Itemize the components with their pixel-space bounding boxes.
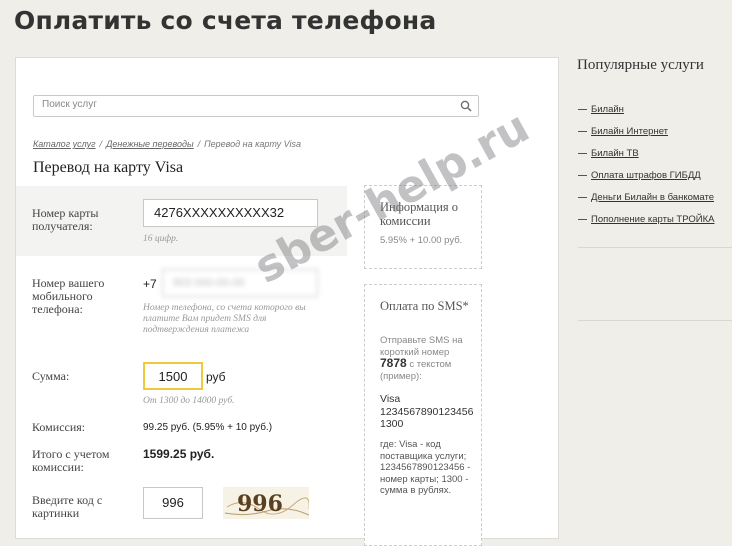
sms-explanation: где: Visa - код поставщика услуги; 12345… [380, 439, 471, 496]
total-value: 1599.25 руб. [143, 447, 215, 461]
search-icon[interactable] [460, 100, 472, 112]
breadcrumb-item-catalog[interactable]: Каталог услуг [33, 139, 96, 149]
breadcrumb-item-transfers[interactable]: Денежные переводы [106, 139, 194, 149]
sidebar-link-troika[interactable]: Пополнение карты ТРОЙКА [578, 208, 714, 230]
captcha-input[interactable]: 996 [143, 487, 203, 519]
commission-value: 99.25 руб. (5.95% + 10 руб.) [143, 422, 273, 433]
total-label: Итого с учетом комиссии: [32, 447, 110, 474]
commission-label: Комиссия: [32, 420, 86, 434]
amount-label: Сумма: [32, 369, 70, 383]
search-input[interactable] [42, 99, 442, 110]
sidebar-link-gibdd-fines[interactable]: Оплата штрафов ГИБДД [578, 164, 714, 186]
amount-input[interactable]: 1500 [143, 362, 203, 390]
card-number-label: Номер карты получателя: [32, 206, 99, 233]
captcha-text: 996 [237, 491, 283, 517]
phone-label: Номер вашего мобильного телефона: [32, 276, 105, 316]
phone-prefix: +7 [143, 277, 157, 291]
sms-payment-box: Оплата по SMS* Отправьте SMS на короткий… [364, 284, 482, 546]
sidebar-divider [578, 247, 732, 248]
captcha-image: 996 [223, 487, 309, 519]
sidebar-link-beeline-internet[interactable]: Билайн Интернет [578, 120, 714, 142]
sidebar-link-beeline-money-atm[interactable]: Деньги Билайн в банкомате [578, 186, 714, 208]
amount-hint: От 1300 до 14000 руб. [143, 396, 235, 406]
sidebar-link-beeline-tv[interactable]: Билайн ТВ [578, 142, 714, 164]
captcha-label: Введите код с картинки [32, 493, 103, 520]
page-title: Оплатить со счета телефона [14, 6, 437, 35]
sms-box-title: Оплата по SMS* [380, 299, 469, 313]
sidebar-title: Популярные услуги [577, 57, 704, 73]
breadcrumb-item-current: Перевод на карту Visa [204, 139, 302, 149]
sidebar-divider [578, 320, 732, 321]
amount-unit: руб [206, 370, 226, 384]
sms-intro: Отправьте SMS на короткий номер 7878 с т… [380, 335, 463, 382]
breadcrumb: Каталог услуг / Денежные переводы / Перевод … [33, 139, 302, 149]
sidebar-links: Билайн Билайн Интернет Билайн ТВ Оплата … [578, 98, 714, 230]
sidebar-link-beeline[interactable]: Билайн [578, 98, 714, 120]
sms-example: Visa 1234567890123456 1300 [380, 393, 474, 430]
form-title: Перевод на карту Visa [33, 159, 184, 176]
info-box-text: 5.95% + 10.00 руб. [380, 235, 463, 246]
search-box[interactable] [33, 95, 479, 117]
sms-short-number: 7878 [380, 356, 407, 370]
phone-hint: Номер телефона, со счета которого вы пла… [143, 303, 306, 335]
